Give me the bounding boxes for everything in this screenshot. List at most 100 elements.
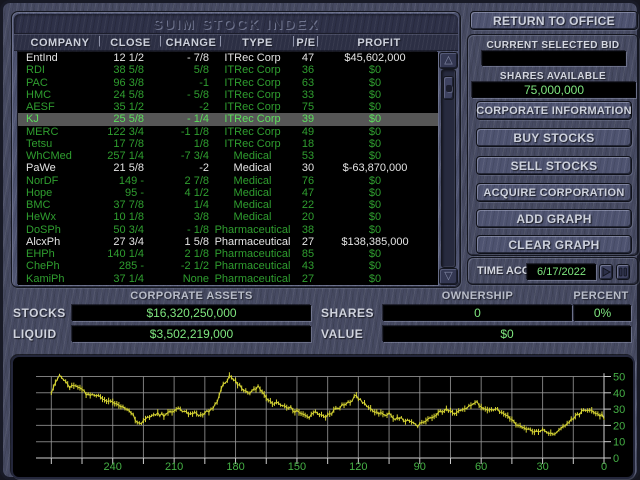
cell-profit: $0 [368,260,382,273]
cell-type: Medical [233,186,272,199]
acquire-corporation-button[interactable]: ACQUIRE CORPORATION [476,183,632,202]
table-row[interactable]: WhCMed 257 1/4 -7 3/4 Medical 53 $0 [18,150,438,162]
table-row[interactable]: EntInd 12 1/2 - 7/8 ITRec Corp 47 $45,602,000 [18,52,438,64]
holdings-value: $0 [383,326,631,342]
svg-text:150: 150 [288,461,306,473]
table-row[interactable]: PAC 96 3/8 -1 ITRec Corp 63 $0 [18,77,438,89]
table-row[interactable]: EHPh 140 1/4 2 1/8 Pharmaceutical 85 $0 [18,248,438,260]
svg-text:30: 30 [613,404,625,416]
time-pause-button[interactable] [616,264,630,280]
cell-company: Tetsu [26,137,53,150]
table-row[interactable]: DoSPh 50 3/4 - 1/8 Pharmaceutical 38 $0 [18,224,438,236]
svg-text:10: 10 [613,437,625,449]
cell-company: DoSPh [26,223,61,236]
arrow-down-icon: ▽ [444,270,453,282]
cell-profit: $0 [368,137,382,150]
table-row[interactable]: KamiPh 37 1/4 None Pharmaceutical 27 $0 [18,273,438,285]
table-row[interactable]: MERC 122 3/4 -1 1/8 ITRec Corp 49 $0 [18,126,438,138]
cell-type: Medical [233,174,272,187]
stocks-value: $16,320,250,000 [72,305,311,321]
col-header-profit: PROFIT [357,36,401,49]
table-row[interactable]: Tetsu 17 7/8 1/8 ITRec Corp 18 $0 [18,138,438,150]
cell-type: Medical [233,150,272,163]
cell-type: Medical [233,211,272,224]
table-row[interactable]: RDI 38 5/8 5/8 ITRec Corp 36 $0 [18,64,438,76]
table-header: COMPANY | CLOSE | CHANGE | TYPE | P/E | … [14,34,458,51]
col-header-change: CHANGE [165,36,217,49]
cell-pe: 85 [301,248,315,261]
table-row[interactable]: HMC 24 5/8 - 5/8 ITRec Corp 33 $0 [18,89,438,101]
time-acceleration-box: TIME ACC. 6/17/2022 [467,257,639,285]
table-row[interactable]: AlcxPh 27 3/4 1 5/8 Pharmaceutical 27 $138,38… [18,236,438,248]
cell-type: ITRec Corp [224,101,281,114]
cell-close: 37 1/4 [113,272,144,285]
ownership-header: OWNERSHIP [441,290,514,302]
liquid-value: $3,502,219,000 [72,326,311,342]
cell-change: -2 [199,162,209,175]
cell-close: 50 3/4 [113,223,144,236]
table-row[interactable]: AESF 35 1/2 -2 ITRec Corp 75 $0 [18,101,438,113]
cell-profit: $0 [368,113,382,126]
cell-type: Medical [233,162,272,175]
scrollbar-track[interactable] [441,69,456,268]
cell-close: 96 3/8 [113,76,144,89]
table-row[interactable]: BMC 37 7/8 1/4 Medical 22 $0 [18,199,438,211]
cell-type: ITRec Corp [224,52,281,65]
cell-change: -7 3/4 [180,150,209,163]
cell-change: 2 1/8 [184,248,209,261]
return-to-office-button[interactable]: RETURN TO OFFICE [470,11,638,30]
shares-available-label: SHARES AVAILABLE [499,71,607,82]
cell-close: 140 1/4 [107,248,144,261]
stock-rows: EntInd 12 1/2 - 7/8 ITRec Corp 47 $45,602,000… [18,52,438,285]
cell-profit: $0 [368,76,382,89]
cell-pe: 43 [301,260,315,273]
table-row[interactable]: HeWx 10 1/8 3/8 Medical 20 $0 [18,211,438,223]
cell-company: EntInd [26,52,58,65]
cell-change: 4 1/2 [184,186,209,199]
add-graph-button[interactable]: ADD GRAPH [476,209,632,228]
cell-close: 257 1/4 [107,150,144,163]
cell-change: 1/4 [193,199,209,212]
cell-change: None [182,272,209,285]
scroll-up-button[interactable]: △ [439,52,458,69]
cell-type: Medical [233,199,272,212]
cell-pe: 47 [301,52,315,65]
cell-profit: $0 [368,199,382,212]
panel-title-bar: SUIM STOCK INDEX [14,14,458,34]
stocks-label: STOCKS [13,306,66,320]
table-row[interactable]: ChePh 285 - -2 1/2 Pharmaceutical 43 $0 [18,260,438,272]
cell-profit: $0 [368,211,382,224]
scroll-down-button[interactable]: ▽ [439,268,458,285]
cell-change: 3/8 [193,211,209,224]
cell-close: 122 3/4 [107,125,144,138]
price-graph-panel: 0 10 20 30 40 50 240 210 180 150 120 90 60 30 0 [11,355,635,479]
trading-groupbox: CURRENT SELECTED BID SHARES AVAILABLE 75… [467,34,639,256]
buy-stocks-button[interactable]: BUY STOCKS [476,128,632,147]
table-row[interactable]: Hope 95 - 4 1/2 Medical 47 $0 [18,187,438,199]
stock-chart: 0 10 20 30 40 50 240 210 180 150 120 90 60 30 0 [36,372,625,473]
table-row[interactable]: NorDF 149 - 2 7/8 Medical 76 $0 [18,175,438,187]
table-row[interactable]: PaWe 21 5/8 -2 Medical 30 $-63,870,000 [18,162,438,174]
cell-change: 1 5/8 [184,235,209,248]
cell-change: -1 [199,76,209,89]
cell-profit: $0 [368,125,382,138]
cell-pe: 63 [301,76,315,89]
table-scrollbar[interactable]: △ ▽ [439,52,458,285]
clear-graph-button[interactable]: CLEAR GRAPH [476,235,632,254]
percent-header: PERCENT [573,290,629,302]
sell-stocks-button[interactable]: SELL STOCKS [476,156,632,175]
scrollbar-thumb[interactable] [443,76,454,100]
cell-pe: 47 [301,186,315,199]
pause-icon [619,267,627,277]
cell-close: 149 - [118,174,144,187]
current-bid-input[interactable] [482,51,626,66]
corporate-information-button[interactable]: CORPORATE INFORMATION [476,101,632,120]
cell-change: 5/8 [193,64,209,77]
table-row[interactable]: KJ 25 5/8 - 1/4 ITRec Corp 39 $0 [18,113,438,126]
corporate-assets-header: CORPORATE ASSETS [130,290,253,302]
time-play-button[interactable] [599,264,613,280]
cell-pe: 18 [301,137,315,150]
cell-change: 1/8 [193,137,209,150]
cell-company: HMC [26,88,52,101]
cell-close: 12 1/2 [113,52,144,65]
